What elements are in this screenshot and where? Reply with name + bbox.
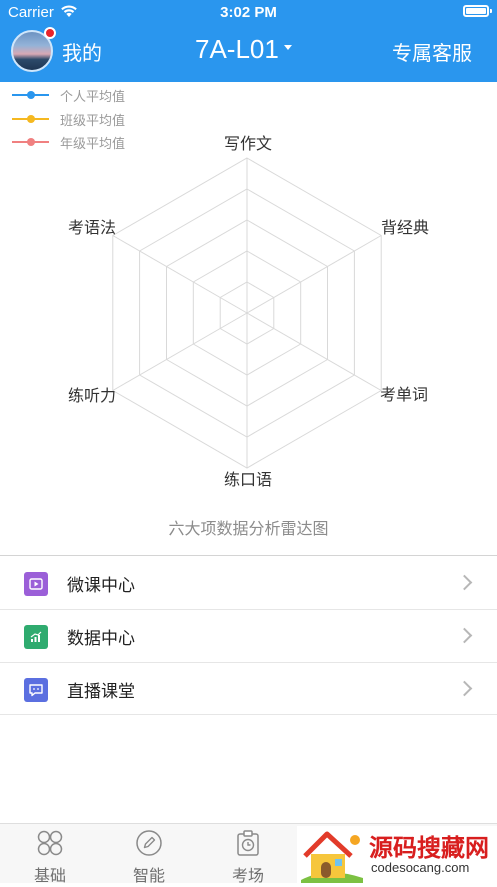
chevron-right-icon: [456, 627, 473, 644]
axis-label-listening: 练听力: [68, 386, 116, 405]
tab-label: 考场: [231, 866, 264, 885]
menu-divider: [0, 714, 497, 715]
radar-axis: [112, 312, 248, 391]
tab-basic[interactable]: 基础: [0, 824, 100, 885]
watermark-logo: 源码搜藏网 codesocang.com: [297, 826, 497, 883]
menu-item-live-class[interactable]: 直播课堂: [0, 663, 497, 716]
menu-item-label: 微课中心: [67, 576, 135, 596]
grid-circles-icon: [37, 830, 63, 856]
axis-label-writing: 写作文: [224, 134, 272, 153]
radar-grid: [112, 157, 382, 469]
pencil-circle-icon: [136, 830, 162, 856]
tab-exam[interactable]: 考场: [198, 824, 298, 885]
axis-label-classics: 背经典: [381, 218, 429, 237]
radar-axis: [246, 235, 382, 314]
axis-label-grammar: 考语法: [68, 218, 116, 237]
bar-chart-icon: [24, 625, 48, 649]
radar-axis: [246, 312, 382, 391]
clock-board-icon: [237, 830, 259, 856]
tab-label: 基础: [33, 866, 66, 885]
menu-item-label: 直播课堂: [67, 682, 135, 702]
axis-label-vocabulary: 考单词: [380, 385, 428, 404]
axis-label-speaking: 练口语: [224, 470, 272, 489]
tab-smart[interactable]: 智能: [99, 824, 199, 885]
watermark-url: codesocang.com: [371, 860, 470, 875]
video-play-icon: [24, 572, 48, 596]
section-divider: [0, 555, 497, 556]
menu-item-label: 数据中心: [67, 629, 135, 649]
house-logo-icon: [301, 831, 363, 883]
tab-label: 智能: [132, 866, 165, 885]
radar-axis: [112, 235, 248, 314]
menu-item-micro-course[interactable]: 微课中心: [0, 557, 497, 610]
chevron-right-icon: [456, 680, 473, 697]
radar-chart: 写作文 背经典 考单词 练口语 练听力 考语法: [68, 134, 429, 489]
radar-caption: 六大项数据分析雷达图: [168, 519, 329, 538]
chevron-right-icon: [456, 574, 473, 591]
menu-item-data-center[interactable]: 数据中心: [0, 610, 497, 663]
live-chat-icon: [24, 678, 48, 702]
watermark-title: 源码搜藏网: [369, 834, 489, 862]
